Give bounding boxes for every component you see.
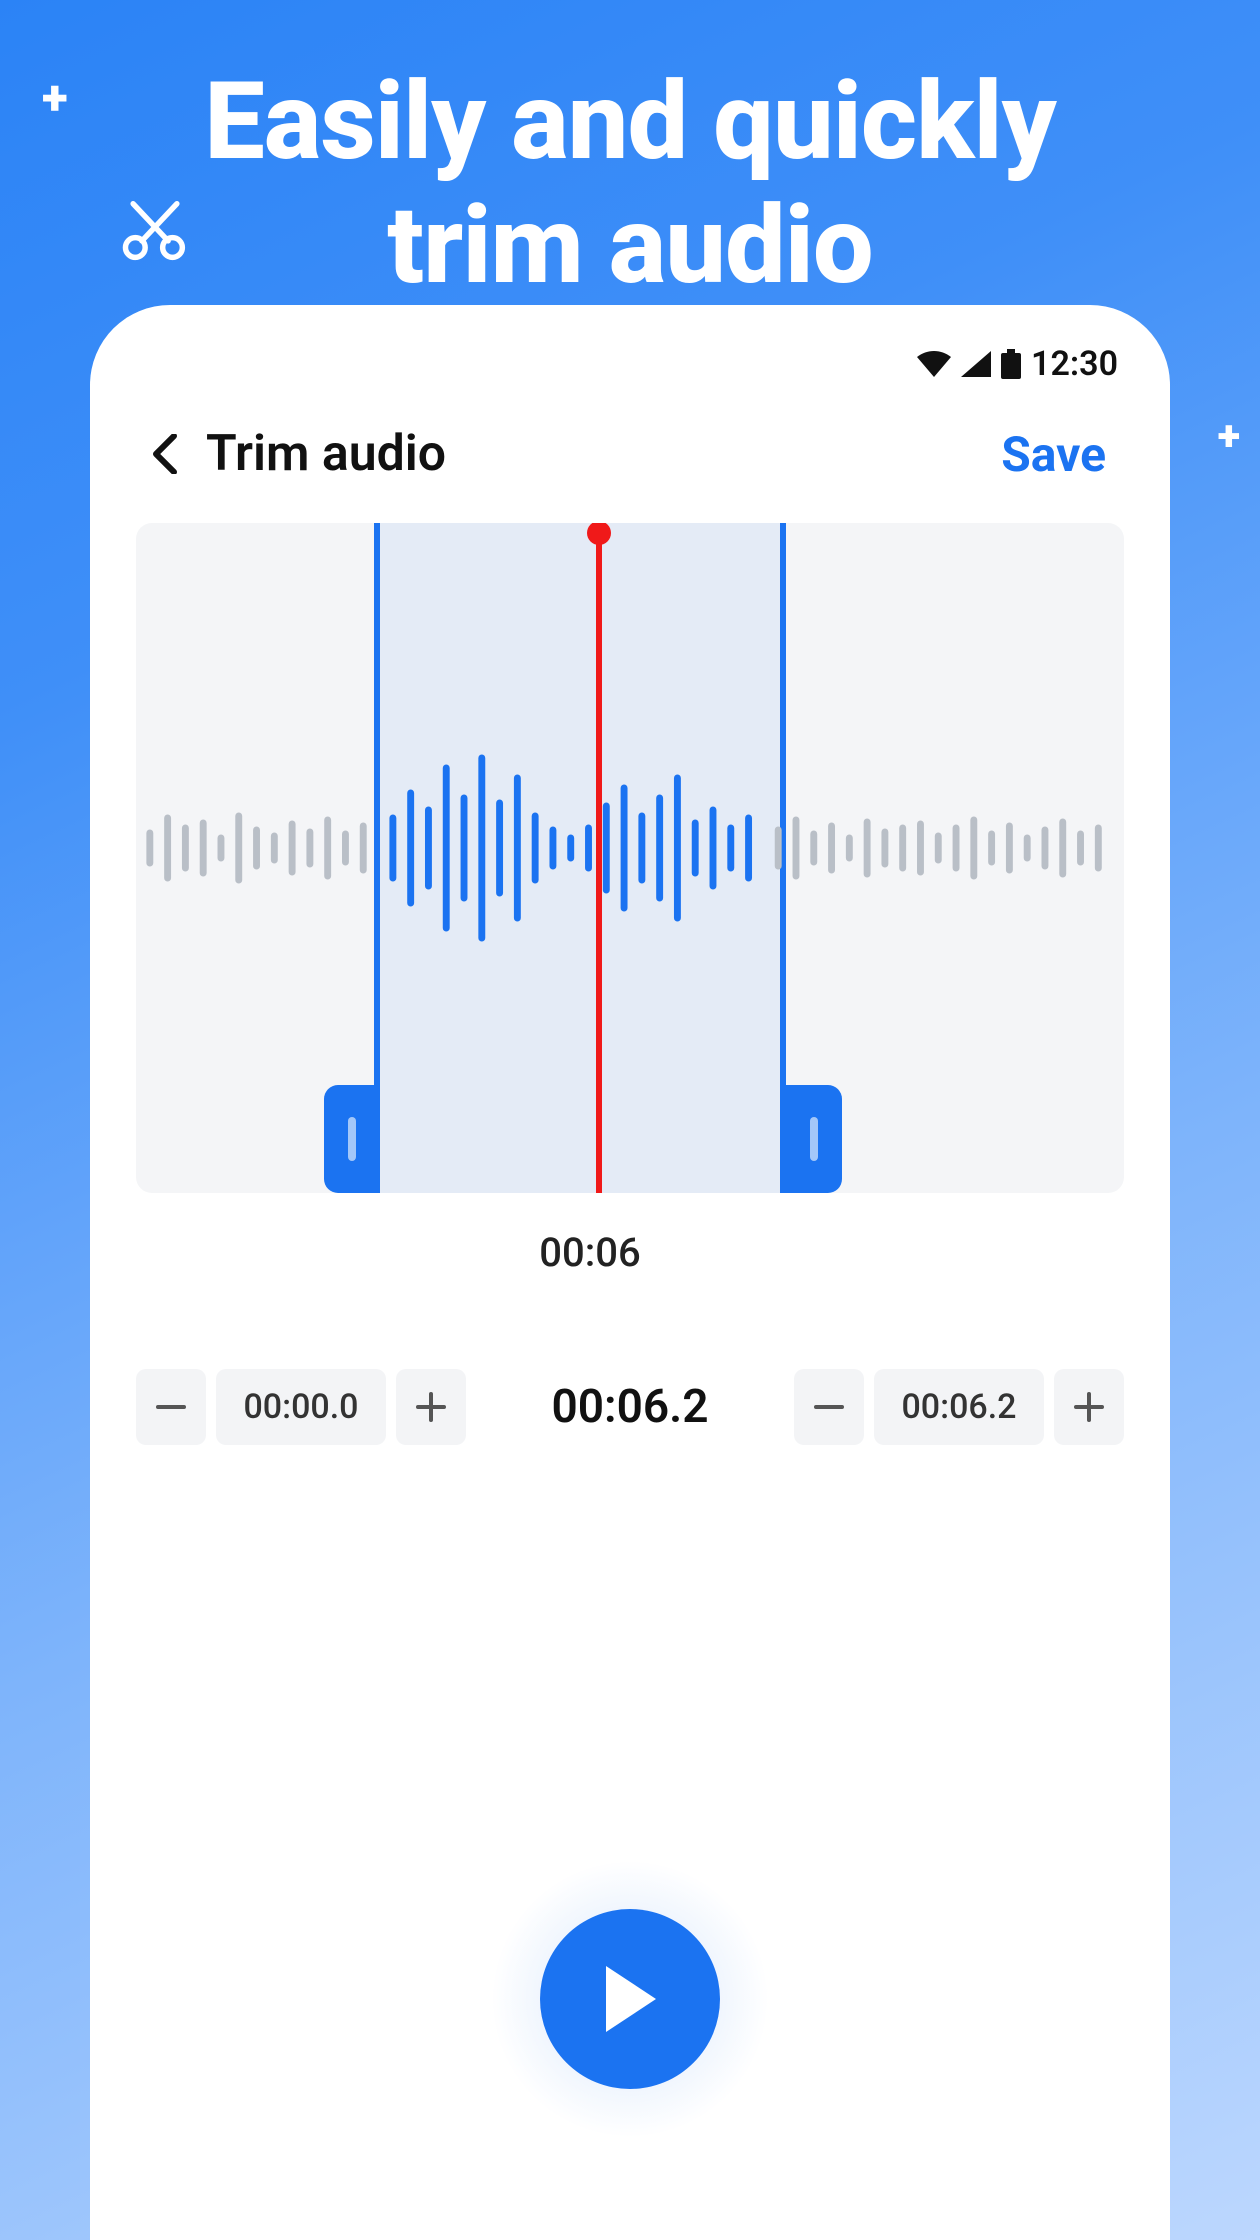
hero-title: Easily and quickly trim audio bbox=[0, 60, 1260, 308]
playhead[interactable] bbox=[596, 523, 602, 1193]
wifi-icon bbox=[917, 351, 951, 377]
time-controls: 00:00.0 00:06.2 00:06.2 bbox=[136, 1369, 1124, 1445]
start-increment-button[interactable] bbox=[396, 1369, 466, 1445]
end-time-value[interactable]: 00:06.2 bbox=[874, 1369, 1044, 1445]
start-time-stepper: 00:00.0 bbox=[136, 1369, 466, 1445]
page-title: Trim audio bbox=[206, 425, 446, 483]
play-button[interactable] bbox=[540, 1909, 720, 2089]
waveform-panel[interactable] bbox=[136, 523, 1124, 1193]
trim-handle-end[interactable] bbox=[786, 1085, 842, 1193]
playhead-time: 00:06 bbox=[90, 1229, 1106, 1276]
minus-icon bbox=[814, 1405, 844, 1409]
minus-icon bbox=[156, 1405, 186, 1409]
current-time: 00:06.2 bbox=[551, 1380, 708, 1434]
save-button[interactable]: Save bbox=[1001, 426, 1106, 483]
plus-icon: + bbox=[1218, 416, 1240, 458]
play-button-halo bbox=[490, 1859, 770, 2139]
chevron-left-icon bbox=[147, 434, 181, 474]
end-increment-button[interactable] bbox=[1054, 1369, 1124, 1445]
plus-icon bbox=[1074, 1392, 1104, 1422]
trim-handle-start[interactable] bbox=[324, 1085, 380, 1193]
back-button[interactable] bbox=[136, 426, 192, 482]
play-icon bbox=[600, 1964, 660, 2034]
phone-frame: 12:30 Trim audio Save bbox=[90, 305, 1170, 2240]
start-decrement-button[interactable] bbox=[136, 1369, 206, 1445]
start-time-value[interactable]: 00:00.0 bbox=[216, 1369, 386, 1445]
plus-icon bbox=[416, 1392, 446, 1422]
end-decrement-button[interactable] bbox=[794, 1369, 864, 1445]
status-bar: 12:30 bbox=[114, 329, 1146, 399]
battery-icon bbox=[1001, 349, 1021, 379]
waveform-icon bbox=[136, 738, 1124, 958]
end-time-stepper: 00:06.2 bbox=[794, 1369, 1124, 1445]
app-header: Trim audio Save bbox=[114, 399, 1146, 523]
cellular-icon bbox=[961, 351, 991, 377]
status-time: 12:30 bbox=[1031, 344, 1118, 384]
